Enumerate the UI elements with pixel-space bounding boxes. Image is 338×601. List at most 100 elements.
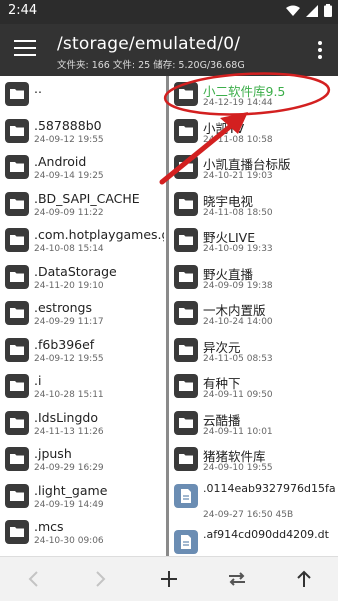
battery-icon: [324, 4, 332, 17]
folder-icon: [5, 520, 29, 544]
item-name: .0114eab9327976d15fa331ee9b9d3068.dat: [203, 481, 335, 495]
up-arrow-icon[interactable]: [292, 567, 316, 591]
folder-row[interactable]: 野火LIVE 24-10-09 19:33: [169, 224, 338, 260]
item-name: .jpush: [34, 446, 72, 461]
wifi-icon: [286, 5, 300, 16]
folder-icon: [174, 82, 198, 106]
right-file-pane[interactable]: 小二软件库9.5 24-12-19 14:44 小凯TV 24-11-08 10:58…: [169, 76, 338, 556]
folder-row[interactable]: .DataStorage 24-11-20 19:10: [0, 261, 166, 297]
item-name: .estrongs: [34, 300, 92, 315]
item-name: .af914cd090dd4209.dt: [203, 527, 329, 541]
item-date: 24-09-09 11:22: [34, 207, 104, 218]
item-date: 24-10-08 15:14: [34, 244, 104, 254]
file-icon: [174, 483, 198, 508]
app-bar: /storage/emulated/0/ 文件夹: 166 文件: 25 储存:…: [0, 24, 338, 76]
folder-row[interactable]: .i 24-10-28 15:11: [0, 370, 166, 406]
item-date: 24-09-12 19:55: [34, 134, 104, 145]
item-name: .i: [34, 373, 42, 388]
item-name: .f6b396ef: [34, 336, 95, 352]
folder-row[interactable]: ..: [0, 78, 166, 114]
folder-row[interactable]: 小凯TV 24-11-08 10:58: [169, 115, 338, 151]
folder-icon: [5, 410, 29, 435]
file-row[interactable]: .af914cd090dd4209.dt: [169, 526, 338, 557]
folder-icon: [174, 337, 198, 362]
swap-icon[interactable]: [225, 567, 249, 591]
folder-icon: [174, 301, 198, 325]
left-file-pane[interactable]: .. .587888b0 24-09-12 19:55 .Android 24-09-1…: [0, 76, 166, 556]
folder-icon: [174, 264, 198, 289]
status-icons: [286, 4, 332, 17]
bottom-toolbar: [0, 556, 338, 601]
item-date: 24-09-29 16:29: [34, 463, 104, 473]
add-icon[interactable]: [157, 567, 181, 591]
forward-arrow-icon[interactable]: [88, 567, 112, 591]
item-name: .IdsLingdo: [34, 409, 98, 425]
folder-row[interactable]: 晓宇电视 24-11-08 18:50: [169, 188, 338, 224]
folder-row[interactable]: 异次元 24-11-05 08:53: [169, 334, 338, 370]
item-date: 24-11-13 11:26: [34, 426, 104, 437]
folder-row[interactable]: .Android 24-09-14 19:25: [0, 151, 166, 187]
file-row[interactable]: .0114eab9327976d15fa331ee9b9d3068.dat 24-…: [169, 480, 338, 520]
folder-icon: [174, 410, 198, 435]
current-path: /storage/emulated/0/: [57, 34, 241, 54]
item-name: .com.hotplaygames.gt: [34, 227, 164, 242]
item-date: 24-10-28 15:11: [34, 390, 104, 400]
item-date: 24-09-11 09:50: [203, 390, 273, 400]
item-date: 24-09-09 19:38: [203, 280, 273, 291]
folder-row[interactable]: 一木内置版 24-10-24 14:00: [169, 297, 338, 333]
folder-row[interactable]: 有种下 24-09-11 09:50: [169, 370, 338, 406]
folder-icon: [5, 337, 29, 362]
item-date: 24-09-10 19:55: [203, 463, 273, 473]
folder-icon: [174, 155, 198, 179]
folder-icon: [5, 228, 29, 252]
folder-icon: [5, 447, 29, 471]
folder-icon: [174, 447, 198, 471]
back-arrow-icon[interactable]: [22, 567, 46, 591]
more-options-icon[interactable]: [318, 41, 322, 62]
folder-row[interactable]: .com.hotplaygames.gt 24-10-08 15:14: [0, 224, 166, 260]
item-date: 24-10-24 14:00: [203, 317, 273, 327]
item-name: .587888b0: [34, 117, 102, 133]
folder-icon: [174, 228, 198, 252]
item-date: 24-09-11 10:01: [203, 426, 273, 437]
item-date: 24-11-05 08:53: [203, 353, 273, 364]
folder-row[interactable]: .f6b396ef 24-09-12 19:55: [0, 334, 166, 370]
folder-row[interactable]: .light_game 24-09-19 14:49: [0, 480, 166, 516]
folder-row[interactable]: 小二软件库9.5 24-12-19 14:44: [169, 78, 338, 114]
folder-icon: [174, 374, 198, 398]
folder-icon: [174, 118, 198, 143]
folder-icon: [5, 155, 29, 179]
item-name: .BD_SAPI_CACHE: [34, 190, 140, 206]
item-date: 24-11-08 18:50: [203, 207, 273, 218]
folder-row[interactable]: .jpush 24-09-29 16:29: [0, 443, 166, 479]
item-date: 24-11-20 19:10: [34, 280, 104, 291]
item-name: .mcs: [34, 519, 64, 534]
folder-row[interactable]: .587888b0 24-09-12 19:55: [0, 115, 166, 151]
folder-row[interactable]: .mcs 24-10-30 09:06: [0, 516, 166, 552]
folder-row[interactable]: 野火直播 24-09-09 19:38: [169, 261, 338, 297]
item-name: .light_game: [34, 482, 108, 498]
folder-row[interactable]: 猪猪软件库 24-09-10 19:55: [169, 443, 338, 479]
item-name: ..: [34, 81, 42, 96]
file-icon: [174, 529, 198, 554]
folder-row[interactable]: 云酷播 24-09-11 10:01: [169, 407, 338, 443]
item-date: 24-09-14 19:25: [34, 171, 104, 181]
folder-icon: [5, 264, 29, 289]
folder-row[interactable]: 小凯直播台标版 24-10-21 19:03: [169, 151, 338, 187]
menu-icon[interactable]: [14, 40, 36, 58]
status-time: 2:44: [8, 3, 38, 18]
item-date: 24-09-27 16:50 45B: [203, 509, 294, 520]
item-date: 24-11-08 10:58: [203, 134, 273, 145]
folder-icon: [174, 191, 198, 216]
folder-icon: [5, 374, 29, 398]
folder-row[interactable]: .BD_SAPI_CACHE 24-09-09 11:22: [0, 188, 166, 224]
folder-icon: [5, 483, 29, 508]
storage-info: 文件夹: 166 文件: 25 储存: 5.20G/36.68G: [57, 60, 245, 71]
folder-row[interactable]: .IdsLingdo 24-11-13 11:26: [0, 407, 166, 443]
folder-row[interactable]: .estrongs 24-09-29 11:17: [0, 297, 166, 333]
folder-icon: [5, 301, 29, 325]
item-date: 24-09-29 11:17: [34, 317, 104, 327]
item-date: 24-10-21 19:03: [203, 171, 273, 181]
signal-icon: [306, 4, 318, 17]
item-name: .DataStorage: [34, 263, 117, 279]
